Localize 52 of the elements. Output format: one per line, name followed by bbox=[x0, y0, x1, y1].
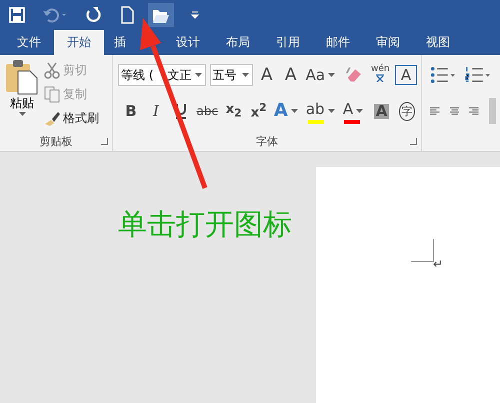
ribbon-tab[interactable]: 引用 bbox=[263, 30, 313, 55]
font-name-field[interactable]: 等线 ( 文正 bbox=[118, 64, 206, 86]
chinese-character-icon bbox=[375, 74, 386, 82]
text-effect-button[interactable]: A bbox=[274, 98, 301, 124]
paragraph-mark: ↵ bbox=[433, 257, 444, 271]
dialog-launcher-icon[interactable] bbox=[101, 138, 108, 145]
character-border-button[interactable]: A bbox=[394, 65, 417, 85]
scissors-icon bbox=[44, 62, 60, 78]
shrink-font-button[interactable]: A bbox=[280, 62, 301, 88]
ribbon-tab[interactable]: 审阅 bbox=[363, 30, 413, 55]
strikethrough-button[interactable]: abc bbox=[196, 98, 219, 124]
annotation-text: 单击打开图标 bbox=[118, 206, 292, 243]
caret-icon bbox=[194, 73, 202, 77]
ribbon-tab[interactable]: 视图 bbox=[413, 30, 463, 55]
ribbon-tab[interactable]: 邮件 bbox=[313, 30, 363, 55]
redo-icon bbox=[84, 6, 102, 24]
group-label: 剪贴板 bbox=[40, 134, 72, 148]
ribbon-tab[interactable]: 布局 bbox=[213, 30, 263, 55]
caret-icon bbox=[242, 73, 249, 77]
highlight-button[interactable]: ab bbox=[306, 98, 338, 124]
italic-button[interactable]: I bbox=[146, 98, 166, 124]
ribbon-tab[interactable]: 设计 bbox=[163, 30, 213, 55]
undo-icon bbox=[42, 6, 68, 24]
painter-button[interactable]: 格式刷 bbox=[44, 108, 99, 128]
dialog-launcher-icon[interactable] bbox=[410, 138, 417, 145]
superscript-button[interactable]: x$^{2}$ bbox=[248, 98, 269, 124]
bold-button[interactable]: B bbox=[121, 98, 141, 124]
margin-corner-icon bbox=[411, 239, 434, 262]
phonetic-guide-button[interactable]: wén bbox=[370, 62, 391, 88]
caret-icon bbox=[18, 112, 26, 116]
subscript-button[interactable]: x$_{2}$ bbox=[224, 98, 244, 124]
save-icon bbox=[8, 6, 26, 24]
brush-icon bbox=[44, 110, 60, 126]
copy-icon bbox=[44, 86, 60, 102]
group-label: 字体 bbox=[256, 134, 278, 148]
font-size-field[interactable]: 五号 bbox=[210, 64, 253, 86]
paste-button[interactable]: 粘贴 bbox=[4, 59, 40, 131]
clipboard-icon bbox=[5, 59, 39, 95]
caret-icon bbox=[356, 109, 364, 113]
caret-icon bbox=[290, 109, 298, 113]
numbering-icon[interactable] bbox=[465, 65, 490, 85]
grow-font-button[interactable]: A bbox=[256, 62, 277, 88]
caret-icon bbox=[328, 109, 335, 113]
bullets-icon[interactable] bbox=[430, 65, 455, 85]
ribbon-tab[interactable]: 文件 bbox=[4, 30, 54, 55]
caret-icon bbox=[328, 73, 336, 77]
change-case-button[interactable]: Aa bbox=[304, 62, 339, 88]
ribbon-tab[interactable]: 插 bbox=[104, 30, 128, 55]
font-color-button[interactable]: A bbox=[342, 98, 367, 124]
character-shading-button[interactable]: A bbox=[372, 98, 392, 124]
ribbon-tab[interactable]: 开始 bbox=[54, 30, 104, 55]
folder-button[interactable] bbox=[148, 3, 174, 27]
